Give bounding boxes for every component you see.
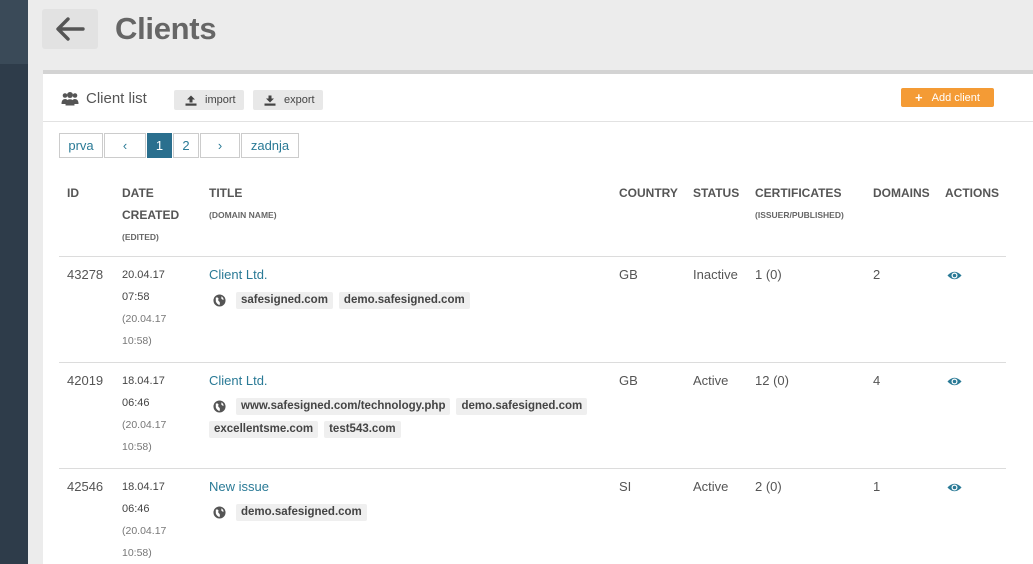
row1-id: 43278 bbox=[67, 267, 104, 282]
col-id: ID bbox=[67, 186, 79, 200]
row2-created-time: 06:46 bbox=[122, 397, 150, 409]
import-button[interactable]: import bbox=[174, 90, 244, 110]
page-1[interactable]: 1 bbox=[147, 133, 172, 158]
page-prev[interactable]: ‹ bbox=[104, 133, 146, 158]
row2-date: 18.04.17 06:46 (20.04.17 10:58) bbox=[122, 370, 166, 458]
row3-client-link[interactable]: New issue bbox=[209, 476, 269, 498]
domain-tag: safesigned.com bbox=[236, 292, 333, 309]
row2-edited-date: (20.04.17 bbox=[122, 419, 167, 431]
col-title: TITLE (DOMAIN NAME) bbox=[209, 182, 277, 226]
page-header: Clients bbox=[42, 9, 217, 49]
download-icon bbox=[264, 95, 276, 106]
row2-client-link[interactable]: Client Ltd. bbox=[209, 370, 268, 392]
header-divider bbox=[59, 256, 1006, 257]
col-date-line2: CREATED bbox=[122, 208, 180, 222]
import-label: import bbox=[205, 94, 236, 106]
row2-created-date: 18.04.17 bbox=[122, 375, 165, 387]
back-button[interactable] bbox=[42, 9, 98, 49]
row3-status: Active bbox=[693, 479, 729, 494]
row2-status: Active bbox=[693, 373, 729, 388]
row3-domain-count: 1 bbox=[873, 479, 881, 494]
add-client-button[interactable]: + Add client bbox=[901, 88, 994, 107]
page-2[interactable]: 2 bbox=[173, 133, 199, 158]
globe-icon bbox=[213, 293, 232, 309]
row3-edited-time: 10:58) bbox=[122, 547, 152, 559]
export-button[interactable]: export bbox=[253, 90, 323, 110]
domain-tag: demo.safesigned.com bbox=[456, 398, 588, 415]
col-date-sub: (EDITED) bbox=[122, 232, 159, 242]
row1-domains: safesigned.com demo.safesigned.com bbox=[209, 292, 609, 315]
eye-icon[interactable] bbox=[947, 376, 962, 387]
globe-icon bbox=[213, 399, 232, 415]
domain-tag: demo.safesigned.com bbox=[236, 504, 367, 521]
row2-domains: www.safesigned.com/technology.php demo.s… bbox=[209, 398, 609, 444]
page-first[interactable]: prva bbox=[59, 133, 103, 158]
eye-icon[interactable] bbox=[947, 482, 962, 493]
row3-date: 18.04.17 06:46 (20.04.17 10:58) bbox=[122, 476, 166, 564]
col-title-sub: (DOMAIN NAME) bbox=[209, 210, 277, 220]
page-title: Clients bbox=[115, 11, 217, 46]
row2-domain-count: 4 bbox=[873, 373, 881, 388]
export-label: export bbox=[284, 94, 315, 106]
row1-created-time: 07:58 bbox=[122, 291, 150, 303]
row1-created-date: 20.04.17 bbox=[122, 269, 165, 281]
row2-edited-time: 10:58) bbox=[122, 441, 152, 453]
row1-edited-date: (20.04.17 bbox=[122, 313, 167, 325]
col-certificates-label: CERTIFICATES bbox=[755, 186, 842, 200]
col-date-line1: DATE bbox=[122, 186, 154, 200]
main-content: Clients Client list import export + Add … bbox=[28, 0, 1033, 564]
col-title-label: TITLE bbox=[209, 186, 243, 200]
row3-domains: demo.safesigned.com bbox=[209, 504, 609, 527]
row-divider bbox=[59, 362, 1006, 363]
row1-certificates: 1 (0) bbox=[755, 267, 782, 282]
panel-header: Client list import export + Add client bbox=[43, 74, 1033, 122]
row1-domain-count: 2 bbox=[873, 267, 881, 282]
domain-tag: www.safesigned.com/technology.php bbox=[236, 398, 451, 415]
panel-title: Client list bbox=[61, 90, 147, 107]
domain-tag: demo.safesigned.com bbox=[338, 292, 470, 309]
col-certificates-sub: (ISSUER/PUBLISHED) bbox=[755, 210, 844, 220]
pagination: prva ‹ 1 2 › zadnja bbox=[59, 133, 300, 158]
row1-country: GB bbox=[619, 267, 638, 282]
row1-date: 20.04.17 07:58 (20.04.17 10:58) bbox=[122, 264, 166, 352]
page-last[interactable]: zadnja bbox=[241, 133, 299, 158]
left-sidebar bbox=[0, 0, 28, 564]
row3-created-date: 18.04.17 bbox=[122, 481, 165, 493]
eye-icon[interactable] bbox=[947, 270, 962, 281]
panel-title-label: Client list bbox=[86, 90, 147, 107]
row2-country: GB bbox=[619, 373, 638, 388]
add-client-label: Add client bbox=[931, 91, 980, 104]
row1-status: Inactive bbox=[693, 267, 738, 282]
client-list-panel: Client list import export + Add client p… bbox=[43, 70, 1033, 564]
arrow-left-icon bbox=[56, 17, 85, 41]
col-domains: DOMAINS bbox=[873, 186, 930, 200]
row2-id: 42019 bbox=[67, 373, 104, 388]
users-icon bbox=[61, 91, 79, 105]
row3-created-time: 06:46 bbox=[122, 503, 150, 515]
domain-tag: test543.com bbox=[324, 421, 401, 438]
page-next[interactable]: › bbox=[200, 133, 240, 158]
globe-icon bbox=[213, 505, 232, 521]
row3-edited-date: (20.04.17 bbox=[122, 525, 167, 537]
row3-id: 42546 bbox=[67, 479, 104, 494]
row2-certificates: 12 (0) bbox=[755, 373, 789, 388]
row-divider bbox=[59, 468, 1006, 469]
plus-icon: + bbox=[915, 90, 923, 105]
domain-tag: excellentsme.com bbox=[209, 421, 319, 438]
col-actions: ACTIONS bbox=[945, 186, 999, 200]
row3-certificates: 2 (0) bbox=[755, 479, 782, 494]
col-country: COUNTRY bbox=[619, 186, 678, 200]
col-date: DATE CREATED (EDITED) bbox=[122, 182, 179, 248]
col-certificates: CERTIFICATES (ISSUER/PUBLISHED) bbox=[755, 182, 844, 226]
col-status: STATUS bbox=[693, 186, 740, 200]
sidebar-top-block bbox=[0, 0, 28, 64]
row3-country: SI bbox=[619, 479, 632, 494]
row1-client-link[interactable]: Client Ltd. bbox=[209, 264, 268, 286]
upload-icon bbox=[185, 95, 197, 106]
row1-edited-time: 10:58) bbox=[122, 335, 152, 347]
